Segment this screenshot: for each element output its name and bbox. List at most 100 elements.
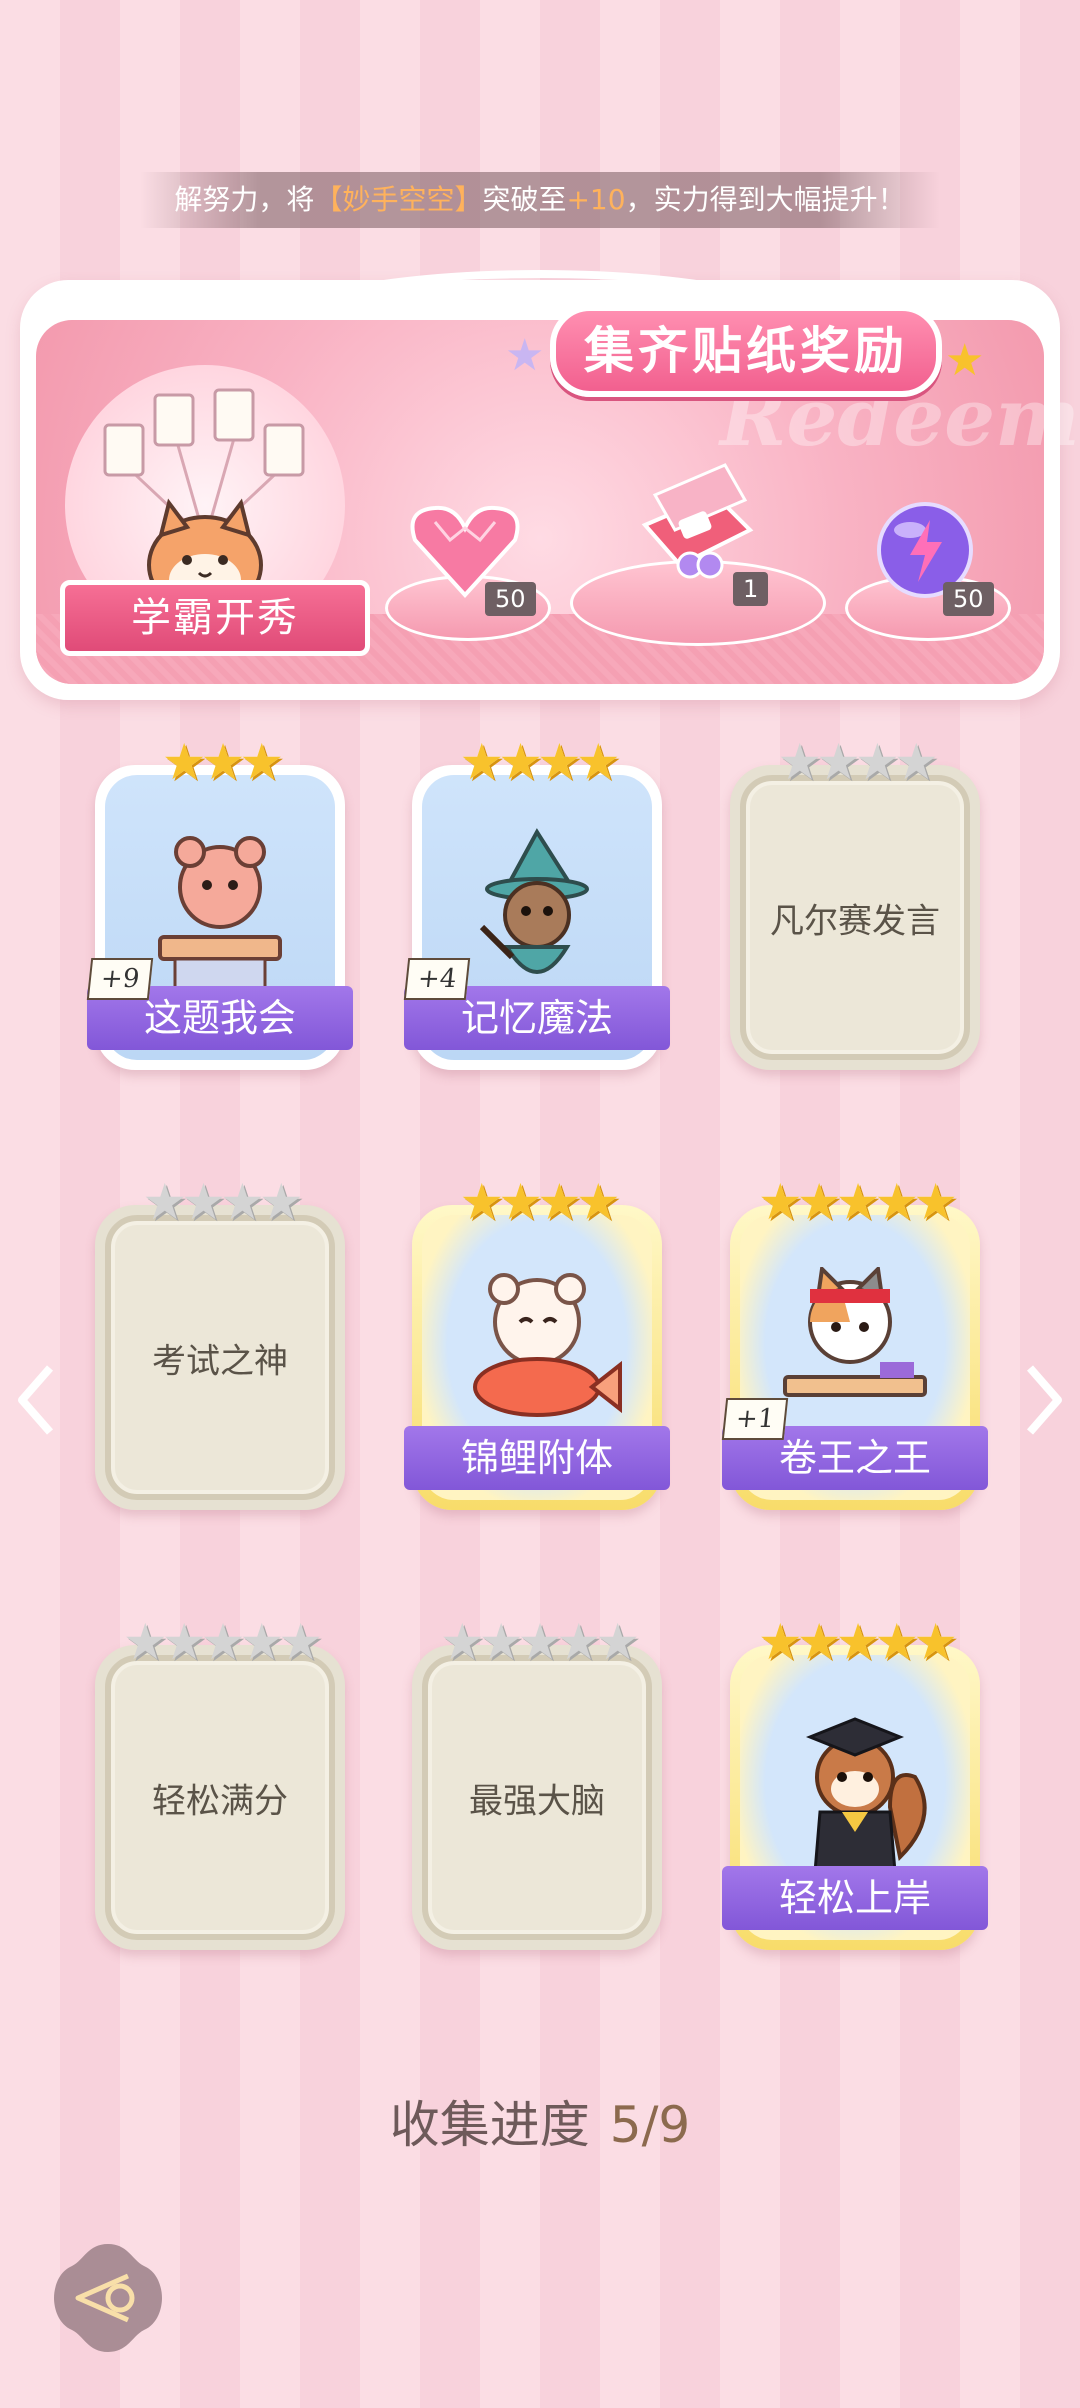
sparkle-star-icon: ★ (945, 335, 985, 386)
card-star-rating: ★★★ (95, 735, 345, 789)
grey-star-icon: ★ (220, 1173, 265, 1231)
next-page-button[interactable] (1018, 1360, 1068, 1440)
gold-star-icon: ★ (498, 1173, 543, 1231)
sticker-card[interactable]: 最强大脑 ★★★★★ (412, 1615, 662, 1960)
gold-star-icon: ★ (200, 733, 246, 791)
gold-star-icon: ★ (161, 733, 207, 791)
grey-star-icon: ★ (142, 1173, 187, 1231)
locked-card-name: 凡尔赛发言 (770, 901, 940, 941)
card-frame: 轻松满分 (95, 1645, 345, 1950)
card-star-rating: ★★★★★ (730, 1615, 980, 1669)
reward-title: 集齐贴纸奖励 (550, 305, 942, 397)
achievement-message: 解努力，将【妙手空空】突破至+10，实力得到大幅提升！ (140, 172, 940, 228)
gold-star-icon: ★ (796, 1613, 842, 1671)
card-level-tag: +4 (403, 958, 471, 1000)
grey-star-icon: ★ (777, 733, 822, 791)
previous-page-button[interactable] (12, 1360, 62, 1440)
sticker-card[interactable]: 这题我会 +9 ★★★ (86, 735, 353, 1080)
gold-star-icon: ★ (796, 1173, 842, 1231)
grey-star-icon: ★ (122, 1613, 168, 1671)
gold-star-icon: ★ (913, 1613, 958, 1671)
grey-star-icon: ★ (439, 1613, 485, 1671)
grey-star-icon: ★ (595, 1613, 640, 1671)
message-suffix: ，实力得到大幅提升！ (625, 183, 906, 216)
card-artwork: 凡尔赛发言 (740, 775, 970, 1060)
sticker-card[interactable]: 考试之神 ★★★★ (95, 1175, 345, 1520)
card-star-rating: ★★★★ (412, 1175, 662, 1229)
reward-quantity: 50 (943, 582, 994, 616)
cat-studying-icon (783, 1266, 927, 1397)
grey-star-icon: ★ (478, 1613, 524, 1671)
grey-star-icon: ★ (200, 1613, 246, 1671)
grey-star-icon: ★ (517, 1613, 563, 1671)
sticker-card[interactable]: 轻松满分 ★★★★★ (95, 1615, 345, 1960)
locked-card-name: 最强大脑 (469, 1781, 605, 1821)
back-arrow-icon (54, 2244, 162, 2352)
card-artwork: 考试之神 (105, 1215, 335, 1500)
card-level-tag: +9 (86, 958, 154, 1000)
card-star-rating: ★★★★ (412, 735, 662, 789)
gold-star-icon: ★ (835, 1173, 881, 1231)
grey-star-icon: ★ (893, 733, 939, 791)
grey-star-icon: ★ (556, 1613, 601, 1671)
card-frame: 记忆魔法 +4 (403, 765, 670, 1070)
card-frame: 卷王之王 +1 (721, 1205, 988, 1510)
bear-with-koi-icon (473, 1272, 622, 1417)
message-skill-name: 【妙手空空】 (314, 183, 483, 216)
gold-star-icon: ★ (537, 733, 582, 791)
progress-value: 5/9 (609, 2096, 691, 2154)
collection-progress: 收集进度 5/9 (0, 2085, 1080, 2157)
card-frame: 这题我会 +9 (86, 765, 353, 1070)
gold-star-icon: ★ (874, 1613, 919, 1671)
grey-star-icon: ★ (855, 733, 900, 791)
card-frame: 凡尔赛发言 (730, 765, 980, 1070)
sticker-card[interactable]: 记忆魔法 +4 ★★★★ (403, 735, 670, 1080)
grey-star-icon: ★ (278, 1613, 323, 1671)
card-frame: 锦鲤附体 (404, 1205, 670, 1510)
reward-quantity: 50 (485, 582, 536, 616)
card-name: 轻松上岸 (722, 1866, 988, 1930)
card-level-tag: +1 (721, 1398, 789, 1440)
card-frame: 考试之神 (95, 1205, 345, 1510)
sparkle-star-icon: ★ (505, 330, 545, 381)
locked-card-name: 考试之神 (152, 1341, 288, 1381)
locked-card-name: 轻松满分 (152, 1781, 288, 1821)
card-artwork: 轻松满分 (105, 1655, 335, 1940)
grey-star-icon: ★ (181, 1173, 226, 1231)
message-middle: 突破至 (482, 183, 567, 216)
sticker-card[interactable]: 轻松上岸 ★★★★★ (722, 1615, 988, 1960)
progress-label: 收集进度 (389, 2096, 590, 2154)
squirrel-graduate-icon (805, 1717, 927, 1874)
gold-star-icon: ★ (459, 1173, 504, 1231)
message-prefix: 解努力，将 (174, 183, 315, 216)
gold-star-icon: ★ (874, 1173, 919, 1231)
gold-star-icon: ★ (537, 1173, 582, 1231)
gold-star-icon: ★ (835, 1613, 881, 1671)
gold-star-icon: ★ (459, 733, 504, 791)
gold-star-icon: ★ (498, 733, 543, 791)
gold-star-icon: ★ (239, 733, 284, 791)
card-artwork: 最强大脑 (422, 1655, 652, 1940)
chevron-right-icon (1026, 1365, 1062, 1435)
card-star-rating: ★★★★★ (412, 1615, 662, 1669)
gold-star-icon: ★ (757, 1613, 803, 1671)
card-star-rating: ★★★★★ (95, 1615, 345, 1669)
sticker-card[interactable]: 锦鲤附体 ★★★★ (404, 1175, 670, 1520)
card-frame: 轻松上岸 (722, 1645, 988, 1950)
card-frame: 最强大脑 (412, 1645, 662, 1950)
gold-star-icon: ★ (913, 1173, 958, 1231)
otter-wizard-icon (479, 827, 589, 974)
sticker-card[interactable]: 卷王之王 +1 ★★★★★ (721, 1175, 988, 1520)
card-star-rating: ★★★★ (95, 1175, 345, 1229)
chevron-left-icon (18, 1365, 54, 1435)
grey-star-icon: ★ (161, 1613, 207, 1671)
gold-star-icon: ★ (575, 1173, 621, 1231)
grey-star-icon: ★ (816, 733, 861, 791)
gold-star-icon: ★ (757, 1173, 803, 1231)
back-button[interactable] (48, 2238, 168, 2358)
reward-quantity: 1 (733, 572, 769, 606)
sticker-card[interactable]: 凡尔赛发言 ★★★★ (730, 735, 980, 1080)
bear-at-desk-icon (158, 835, 282, 991)
mascot-label: 学霸开秀 (60, 580, 370, 656)
card-star-rating: ★★★★★ (730, 1175, 980, 1229)
